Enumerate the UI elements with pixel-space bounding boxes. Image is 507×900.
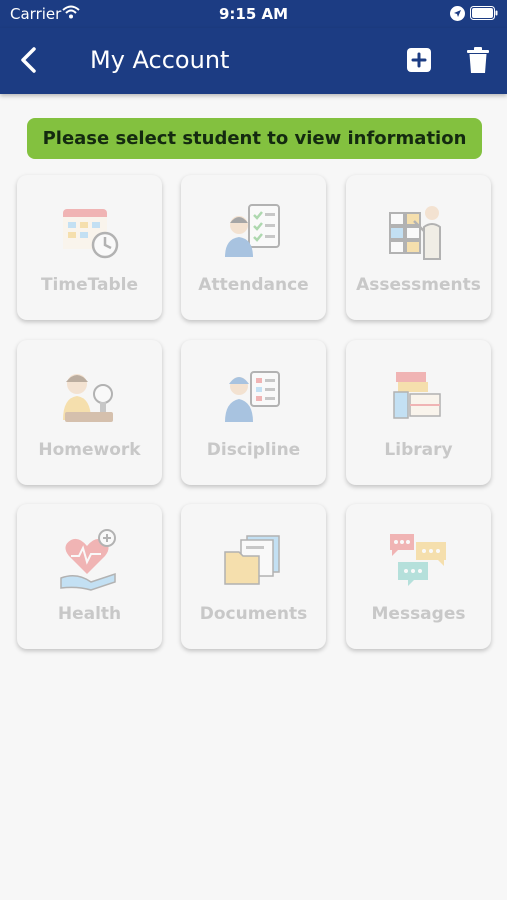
documents-icon xyxy=(224,535,280,585)
add-button[interactable] xyxy=(405,46,433,74)
tile-label: Library xyxy=(384,440,453,460)
messages-tile[interactable]: Messages xyxy=(346,504,491,649)
navigation-bar: My Account xyxy=(0,28,507,94)
discipline-icon xyxy=(225,371,280,422)
documents-tile[interactable]: Documents xyxy=(181,504,326,649)
location-arrow-icon xyxy=(450,6,465,26)
timetable-tile[interactable]: TimeTable xyxy=(17,175,162,320)
attendance-icon xyxy=(225,204,280,257)
plus-square-icon xyxy=(407,48,431,72)
homework-icon xyxy=(63,374,113,422)
timetable-icon xyxy=(63,209,119,259)
battery-icon xyxy=(470,6,498,25)
tile-label: TimeTable xyxy=(40,275,139,295)
chevron-left-icon xyxy=(21,47,36,73)
attendance-tile[interactable]: Attendance xyxy=(181,175,326,320)
tile-label: Health xyxy=(57,604,122,624)
tile-label: Documents xyxy=(199,604,308,624)
tile-label: Homework xyxy=(38,440,141,460)
messages-icon xyxy=(390,534,446,586)
status-bar: Carrier 9:15 AM xyxy=(0,0,507,28)
page-title: My Account xyxy=(90,46,230,74)
library-icon xyxy=(393,372,441,419)
health-tile[interactable]: Health xyxy=(17,504,162,649)
tile-label: Assessments xyxy=(356,275,481,295)
assessments-icon xyxy=(389,206,441,260)
status-time: 9:15 AM xyxy=(218,5,289,23)
delete-button[interactable] xyxy=(466,46,490,74)
trash-icon xyxy=(467,47,489,73)
library-tile[interactable]: Library xyxy=(346,340,491,485)
back-button[interactable] xyxy=(14,43,44,77)
homework-tile[interactable]: Homework xyxy=(17,340,162,485)
discipline-tile[interactable]: Discipline xyxy=(181,340,326,485)
health-icon xyxy=(60,529,116,591)
select-student-notice: Please select student to view informatio… xyxy=(27,118,482,159)
tile-label: Attendance xyxy=(198,275,309,295)
tile-label: Discipline xyxy=(206,440,301,460)
assessments-tile[interactable]: Assessments xyxy=(346,175,491,320)
tile-label: Messages xyxy=(371,604,466,624)
